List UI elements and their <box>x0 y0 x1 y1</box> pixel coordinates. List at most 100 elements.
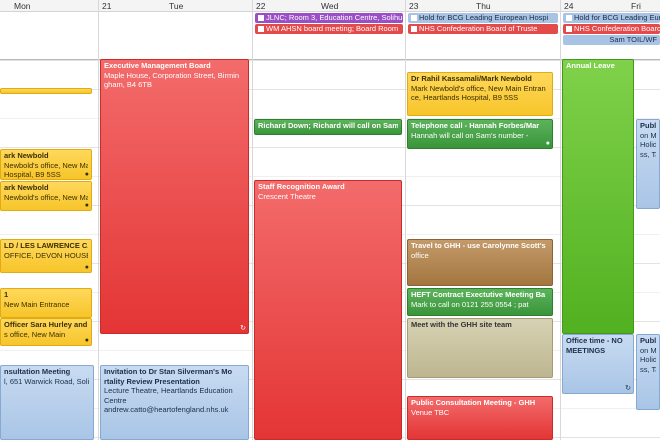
event-detail: ss, Ta <box>640 149 656 159</box>
calendar-event[interactable]: ark Newbold Newbold's office, New Main E… <box>0 181 92 211</box>
event-title: Dr Rahil Kassamali/Mark Newbold <box>411 74 532 83</box>
event-detail: Newbold's office, New Main Ent <box>4 192 88 202</box>
day-header-thu[interactable]: 23 Thu <box>406 0 560 12</box>
event-title: Public Consultation Meeting - GHH <box>411 398 536 407</box>
event-detail: Lecture Theatre, Heartlands Education <box>104 386 233 395</box>
calendar-event[interactable]: Meet with the GHH site team <box>407 318 553 378</box>
event-detail: s office, New Main <box>4 329 66 339</box>
event-detail: on Me <box>640 345 656 355</box>
day-name: Mon <box>14 1 31 11</box>
event-detail: andrew.catto@heartofengland.nhs.uk <box>104 405 229 414</box>
event-title: ark Newbold <box>4 151 49 160</box>
event-title: ark Newbold <box>4 183 49 192</box>
day-number: 21 <box>102 1 112 11</box>
column-divider <box>252 0 253 440</box>
event-title: MEETINGS <box>566 345 606 355</box>
calendar-color-square <box>566 15 572 22</box>
column-divider <box>98 0 99 440</box>
event-title: Travel to GHH - use Carolynne Scott's <box>411 241 546 250</box>
calendar-event[interactable]: Officer Sara Hurley and s office, New Ma… <box>0 318 92 346</box>
event-detail: l, 651 Warwick Road, Soli <box>4 376 90 386</box>
event-label: NHS Confederation Board of Truste <box>419 24 538 33</box>
attendee-icon: ● <box>84 202 89 209</box>
calendar-event[interactable]: Richard Down; Richard will call on Sam' <box>254 119 402 135</box>
all-day-event[interactable]: Hold for BCG Leading European Hospi <box>408 13 558 23</box>
all-day-event[interactable]: NHS Confederation Board of Truste <box>408 24 558 34</box>
calendar-color-square <box>411 26 417 33</box>
event-title: Annual Leave <box>566 61 615 70</box>
event-detail: Venue TBC <box>411 407 450 417</box>
day-header-tue[interactable]: 21 Tue <box>99 0 252 12</box>
all-day-event[interactable]: Sam TOIL/WF <box>563 35 660 45</box>
event-detail: Hospital, B9 5SS <box>4 170 61 179</box>
event-detail: on Me <box>640 130 656 140</box>
attendee-icon: ● <box>545 140 550 147</box>
repeat-icon: ↻ <box>240 325 246 332</box>
calendar-event[interactable]: Invitation to Dr Stan Silverman's Mo rta… <box>100 365 249 440</box>
calendar-event[interactable]: HEFT Contract Exectutive Meeting Ba Mark… <box>407 288 553 316</box>
all-day-event[interactable]: JLNC; Room 3, Education Centre, Solihu <box>255 13 403 23</box>
event-detail: Crescent Theatre <box>258 191 316 201</box>
day-number: 23 <box>409 1 419 11</box>
calendar-color-square <box>411 15 417 22</box>
event-detail: Mark Newbold's office, New Main Entran <box>411 83 546 93</box>
calendar-event[interactable]: Dr Rahil Kassamali/Mark Newbold Mark New… <box>407 72 553 116</box>
calendar-event[interactable]: Staff Recognition Award Crescent Theatre <box>254 180 402 440</box>
event-title: Meet with the GHH site team <box>411 320 512 329</box>
calendar-event[interactable]: Annual Leave <box>562 59 634 334</box>
all-day-event[interactable]: NHS Confederation Board <box>563 24 660 34</box>
hour-line <box>0 60 660 61</box>
calendar-event[interactable]: Travel to GHH - use Carolynne Scott's of… <box>407 239 553 286</box>
event-title: LD / LES LAWRENCE CA <box>4 241 88 250</box>
event-label: WM AHSN board meeting; Board Room <box>266 24 399 33</box>
event-title: Publi <box>640 121 656 130</box>
event-title: Publi <box>640 336 656 345</box>
calendar-week-view: Mon 21 Tue 22 Wed 23 Thu 24 Fri JLNC; Ro… <box>0 0 660 440</box>
event-title: Office time - NO <box>566 336 623 345</box>
event-detail: Newbold's office, New Main Entran <box>4 160 88 170</box>
calendar-event[interactable]: Publi on Me Holid ss, Ta <box>636 334 660 410</box>
calendar-event[interactable] <box>0 88 92 94</box>
calendar-color-square <box>258 15 264 22</box>
day-header-wed[interactable]: 22 Wed <box>253 0 405 12</box>
calendar-event[interactable]: nsultation Meeting l, 651 Warwick Road, … <box>0 365 94 440</box>
event-detail: Maple House, Corporation Street, Birmin <box>104 70 240 80</box>
day-number: 22 <box>256 1 266 11</box>
calendar-event[interactable]: LD / LES LAWRENCE CA OFFICE, DEVON HOUSE… <box>0 239 92 273</box>
event-detail: Holid <box>640 140 656 149</box>
event-detail: Centre <box>104 395 127 405</box>
event-detail: Holid <box>640 355 656 364</box>
event-title: HEFT Contract Exectutive Meeting Ba <box>411 290 546 299</box>
all-day-event[interactable]: Hold for BCG Leading Europ <box>563 13 660 23</box>
event-title: Telephone call - Hannah Forbes/Mar <box>411 121 540 130</box>
day-header-mon[interactable]: Mon <box>0 0 98 12</box>
event-title: Staff Recognition Award <box>258 182 345 191</box>
event-label: NHS Confederation Board <box>574 24 660 33</box>
event-title: rtality Review Presentation <box>104 376 200 386</box>
attendee-icon: ● <box>84 337 89 344</box>
event-detail: Hannah will call on Sam's number - <box>411 130 529 140</box>
hour-line <box>0 147 660 148</box>
calendar-event[interactable]: ark Newbold Newbold's office, New Main E… <box>0 149 92 180</box>
attendee-icon: ● <box>84 264 89 271</box>
half-hour-line <box>0 176 660 177</box>
event-detail: ss, Ta <box>640 364 656 374</box>
event-title: Officer Sara Hurley and <box>4 320 88 329</box>
event-detail: office <box>411 250 429 260</box>
event-title: Executive Management Board <box>104 61 211 70</box>
column-divider <box>560 0 561 440</box>
calendar-event[interactable]: Telephone call - Hannah Forbes/Mar Hanna… <box>407 119 553 149</box>
day-name: Fri <box>631 1 641 11</box>
day-name: Thu <box>476 1 491 11</box>
event-title: 1 <box>4 290 9 299</box>
calendar-event[interactable]: 1 New Main Entrance <box>0 288 92 318</box>
event-label: JLNC; Room 3, Education Centre, Solihu <box>266 13 403 22</box>
all-day-event[interactable]: WM AHSN board meeting; Board Room <box>255 24 403 34</box>
calendar-event[interactable]: Executive Management Board Maple House, … <box>100 59 249 334</box>
calendar-event[interactable]: Public Consultation Meeting - GHH Venue … <box>407 396 553 440</box>
hour-line <box>0 89 660 90</box>
day-header-fri[interactable]: 24 Fri <box>561 0 660 12</box>
calendar-color-square <box>258 26 264 33</box>
calendar-event[interactable]: Publi on Me Holid ss, Ta <box>636 119 660 209</box>
calendar-event[interactable]: Office time - NO MEETINGS ↻ <box>562 334 634 394</box>
